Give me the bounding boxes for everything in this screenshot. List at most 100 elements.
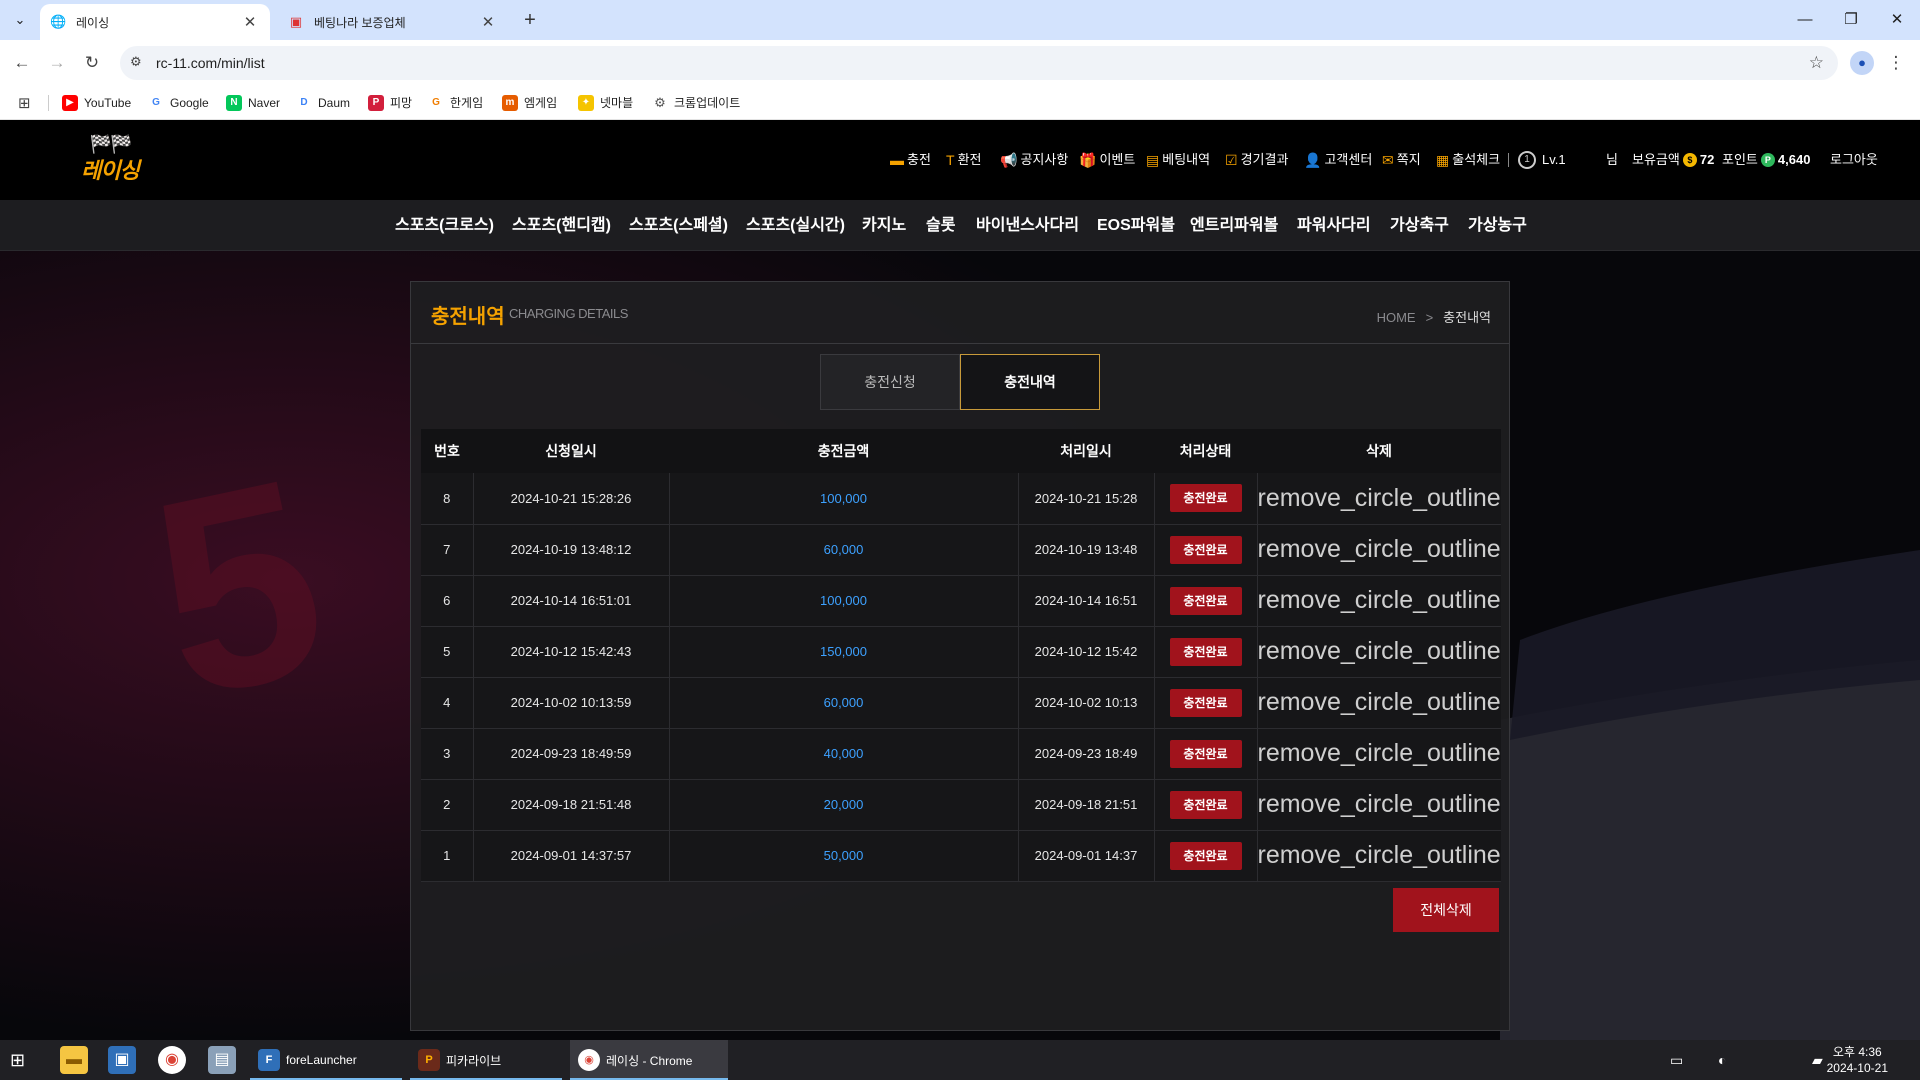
nav-sports-live[interactable]: 스포츠(실시간) (746, 200, 845, 251)
cell-processed: 2024-10-14 16:51 (1018, 575, 1155, 627)
chrome-icon[interactable]: ◉ (158, 1046, 186, 1074)
nav-eos-powerball[interactable]: EOS파워볼 (1097, 200, 1175, 251)
hangame-icon: G (428, 95, 444, 111)
tab-charge-history[interactable]: 충전내역 (960, 354, 1100, 410)
util-label: 베팅내역 (1162, 152, 1211, 167)
browser-tab[interactable]: ▣ 베팅나라 보증업체 ✕ (278, 4, 508, 40)
logout-button[interactable]: 로그아웃 (1830, 120, 1878, 200)
bookmark-naver[interactable]: N Naver (226, 86, 280, 120)
nav-virtual-basketball[interactable]: 가상농구 (1468, 200, 1527, 251)
receipt-icon: ▤ (1146, 152, 1160, 168)
nav-binance-ladder[interactable]: 바이낸스사다리 (976, 200, 1079, 251)
delete-all-button[interactable]: 전체삭제 (1393, 888, 1499, 932)
back-icon[interactable]: ← (10, 51, 34, 75)
close-window-icon[interactable]: ✕ (1874, 0, 1920, 40)
util-charge[interactable]: ▬ 충전 (890, 120, 931, 200)
util-event[interactable]: 🎁 이벤트 (1079, 120, 1135, 200)
computer-icon[interactable]: ▣ (108, 1046, 136, 1074)
nav-sports-handicap[interactable]: 스포츠(핸디캡) (512, 200, 611, 251)
util-exchange[interactable]: T 환전 (946, 120, 981, 200)
taskbar-app-pikalive[interactable]: P 피카라이브 (410, 1040, 562, 1080)
cell-processed: 2024-09-01 14:37 (1018, 830, 1155, 882)
cell-status: 충전완료 (1154, 779, 1258, 831)
new-tab-icon[interactable]: + (518, 8, 542, 32)
taskbar-clock[interactable]: 오후 4:36 2024-10-21 (1827, 1044, 1888, 1076)
delete-button[interactable]: remove_circle_outline (1257, 473, 1501, 525)
util-bet-history[interactable]: ▤ 베팅내역 (1146, 120, 1210, 200)
daum-icon: D (296, 95, 312, 111)
delete-button[interactable]: remove_circle_outline (1257, 728, 1501, 780)
tab-search-icon[interactable]: ⌄ (8, 8, 32, 32)
breadcrumb-home[interactable]: HOME (1377, 310, 1416, 325)
cell-amount: 100,000 (669, 473, 1019, 525)
address-bar[interactable]: ⚙ rc-11.com/min/list ☆ (120, 46, 1838, 80)
nav-virtual-soccer[interactable]: 가상축구 (1390, 200, 1449, 251)
nav-entry-powerball[interactable]: 엔트리파워볼 (1190, 200, 1278, 251)
site-logo[interactable]: 🏁🏁 레이싱 (72, 134, 148, 186)
delete-button[interactable]: remove_circle_outline (1257, 524, 1501, 576)
cell-amount: 60,000 (669, 524, 1019, 576)
main-nav: 스포츠(크로스) 스포츠(핸디캡) 스포츠(스페셜) 스포츠(실시간) 카지노 … (0, 200, 1920, 251)
bookmark-chrome-update[interactable]: ⚙ 크롬업데이트 (652, 86, 740, 120)
delete-button[interactable]: remove_circle_outline (1257, 779, 1501, 831)
tab-title: 레이싱 (76, 15, 110, 30)
site-info-icon[interactable]: ⚙ (130, 54, 142, 70)
bookmark-google[interactable]: G Google (148, 86, 209, 120)
tab-charge-request[interactable]: 충전신청 (820, 354, 960, 410)
naver-icon: N (226, 95, 242, 111)
cell-requested: 2024-10-02 10:13:59 (473, 677, 670, 729)
page-title: 충전내역 (431, 306, 505, 328)
charge-history-table: 번호 신청일시 충전금액 처리일시 처리상태 삭제 8 2024-10-21 1… (421, 429, 1501, 882)
table-row: 3 2024-09-23 18:49:59 40,000 2024-09-23 … (421, 728, 1501, 780)
forward-icon[interactable]: → (45, 51, 69, 75)
logitech-icon[interactable]: ◐ (1718, 1040, 1726, 1080)
user-level: 1 Lv.1 (1518, 120, 1566, 200)
points: 포인트 P 4,640 (1722, 120, 1810, 200)
cell-amount: 40,000 (669, 728, 1019, 780)
panel-header: 충전내역 CHARGING DETAILS HOME > 충전내역 (411, 282, 1509, 344)
apps-grid-icon[interactable]: ⊞ (18, 94, 31, 112)
util-message[interactable]: ✉ 쪽지 (1382, 120, 1421, 200)
util-attendance[interactable]: ▦ 출석체크 (1436, 120, 1500, 200)
delete-button[interactable]: remove_circle_outline (1257, 626, 1501, 678)
bookmark-star-icon[interactable]: ☆ (1809, 46, 1824, 80)
delete-button[interactable]: remove_circle_outline (1257, 575, 1501, 627)
cell-status: 충전완료 (1154, 728, 1258, 780)
table-row: 7 2024-10-19 13:48:12 60,000 2024-10-19 … (421, 524, 1501, 576)
nav-casino[interactable]: 카지노 (862, 200, 906, 251)
profile-avatar-icon[interactable]: ● (1850, 51, 1874, 75)
taskbar-app-forelauncher[interactable]: F foreLauncher (250, 1040, 402, 1080)
util-support[interactable]: 👤 고객센터 (1304, 120, 1372, 200)
restore-icon[interactable]: ❐ (1828, 0, 1874, 40)
windows-start-icon[interactable]: ⊞ (10, 1050, 25, 1071)
bookmark-pmang[interactable]: P 피망 (368, 86, 412, 120)
browser-tab-active[interactable]: 🌐 레이싱 ✕ (40, 4, 270, 40)
network-icon[interactable]: ▰ (1812, 1040, 1823, 1080)
bookmark-daum[interactable]: D Daum (296, 86, 350, 120)
util-notice[interactable]: 📢 공지사항 (1000, 120, 1068, 200)
nav-sports-special[interactable]: 스포츠(스페셜) (629, 200, 728, 251)
util-results[interactable]: ☑ 경기결과 (1225, 120, 1288, 200)
reload-icon[interactable]: ↻ (80, 51, 104, 75)
tab-close-icon[interactable]: ✕ (478, 13, 498, 31)
nav-slot[interactable]: 슬롯 (926, 200, 955, 251)
util-label: 충전 (907, 152, 931, 167)
chrome-menu-icon[interactable]: ⋮ (1886, 51, 1906, 75)
bookmark-youtube[interactable]: ▶ YouTube (62, 86, 131, 120)
delete-button[interactable]: remove_circle_outline (1257, 677, 1501, 729)
delete-button[interactable]: remove_circle_outline (1257, 830, 1501, 882)
youtube-icon: ▶ (62, 95, 78, 111)
bookmark-hangame[interactable]: G 한게임 (428, 86, 483, 120)
file-explorer-icon[interactable]: ▬ (60, 1046, 88, 1074)
bookmark-netmarble[interactable]: ✦ 넷마블 (578, 86, 633, 120)
nav-power-ladder[interactable]: 파워사다리 (1297, 200, 1371, 251)
taskbar-app-chrome[interactable]: ◉ 레이싱 - Chrome (570, 1040, 728, 1080)
bookmark-mgame[interactable]: m 엠게임 (502, 86, 557, 120)
table-row: 5 2024-10-12 15:42:43 150,000 2024-10-12… (421, 626, 1501, 678)
tab-close-icon[interactable]: ✕ (240, 13, 260, 31)
tool-icon[interactable]: ▤ (208, 1046, 236, 1074)
nav-sports-cross[interactable]: 스포츠(크로스) (395, 200, 494, 251)
checklist-icon: ☑ (1225, 152, 1238, 168)
display-icon[interactable]: ▭ (1670, 1040, 1683, 1080)
minimize-icon[interactable]: — (1782, 0, 1828, 40)
